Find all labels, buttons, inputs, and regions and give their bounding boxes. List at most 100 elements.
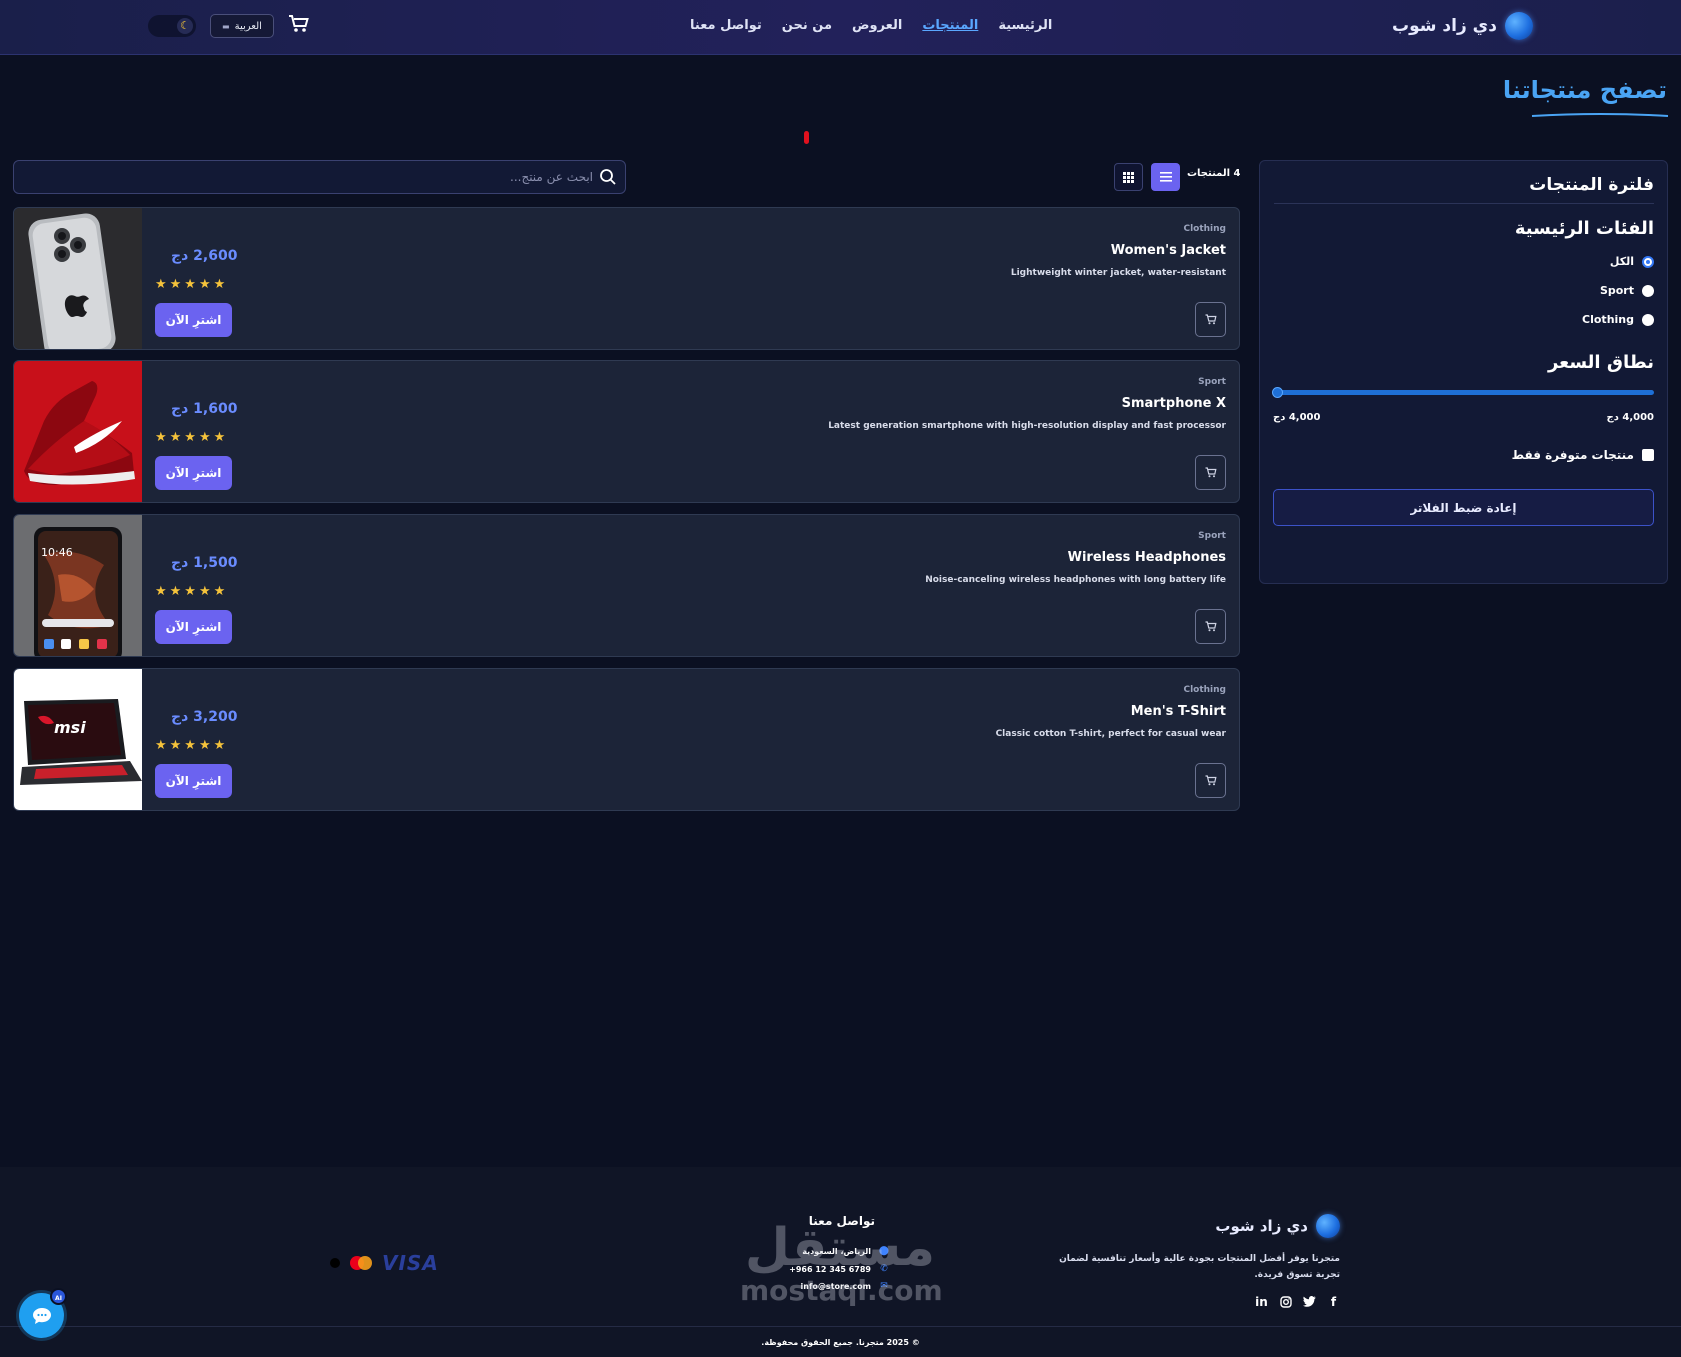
star-rating-icon: ★★★★★	[155, 738, 229, 753]
main-nav: الرئيسية المنتجات العروض من نحن تواصل مع…	[690, 18, 1052, 33]
category-label: Clothing	[1582, 313, 1634, 326]
star-rating-icon: ★★★★★	[155, 584, 229, 599]
search-input[interactable]	[33, 161, 593, 193]
filter-panel: فلترة المنتجات الفئات الرئيسية الكل Spor…	[1259, 160, 1668, 584]
payment-methods: VISA	[330, 1251, 439, 1275]
product-category: Sport	[1198, 377, 1226, 387]
grid-view-button[interactable]	[1114, 163, 1143, 191]
product-name[interactable]: Women's Jacket	[1111, 243, 1226, 258]
price-min-label: 4,000 دج	[1273, 412, 1321, 423]
linkedin-icon[interactable]: in	[1255, 1296, 1268, 1309]
price-max-label: 4,000 دج	[1606, 412, 1654, 423]
product-description: Lightweight winter jacket, water-resista…	[1010, 268, 1226, 278]
radio-button[interactable]	[1642, 313, 1654, 326]
chat-icon	[32, 1307, 51, 1324]
price-slider-handle[interactable]	[1272, 387, 1283, 398]
cart-icon[interactable]	[288, 14, 310, 38]
category-option-clothing[interactable]: Clothing	[1582, 313, 1654, 326]
watermark: مستقل mostaql.com	[740, 1218, 943, 1307]
language-label: العربية	[234, 20, 262, 32]
product-category: Clothing	[1183, 685, 1226, 695]
brand-name: دي زاد شوب	[1392, 16, 1497, 36]
in-stock-filter[interactable]: منتجات متوفرة فقط	[1512, 448, 1654, 462]
buy-now-button[interactable]: اشترِ الآن	[155, 610, 232, 644]
add-to-cart-button[interactable]	[1195, 763, 1226, 798]
product-category: Sport	[1198, 531, 1226, 541]
page-title: تصفح منتجاتنا	[1502, 76, 1667, 104]
add-to-cart-button[interactable]	[1195, 609, 1226, 644]
nav-products[interactable]: المنتجات	[922, 18, 978, 33]
product-image-phone-screen[interactable]: 10:46	[14, 515, 142, 656]
flag-icon: ▬	[222, 21, 230, 31]
product-name[interactable]: Wireless Headphones	[1068, 550, 1226, 565]
payment-icon	[330, 1258, 340, 1268]
product-card[interactable]: Clothing Women's Jacket Lightweight wint…	[13, 207, 1240, 350]
footer-brand-name: دي زاد شوب	[1215, 1217, 1308, 1235]
footer-description: متجرنا يوفر أفضل المنتجات بجودة عالية وأ…	[1059, 1254, 1340, 1280]
footer-brand[interactable]: دي زاد شوب	[1215, 1214, 1340, 1238]
product-description: Latest generation smartphone with high-r…	[828, 421, 1226, 431]
product-image-msi-laptop[interactable]: msi	[14, 669, 142, 810]
watermark-arabic: مستقل	[744, 1218, 936, 1278]
cart-icon	[1205, 314, 1217, 325]
price-range-slider[interactable]	[1274, 390, 1654, 395]
nav-tools: العربية ▬ ☾	[148, 14, 310, 38]
product-price: 3,200 دج	[171, 709, 238, 725]
product-name[interactable]: Smartphone X	[1122, 396, 1226, 411]
language-select[interactable]: العربية ▬	[210, 14, 274, 38]
product-card[interactable]: msi Clothing Men's T-Shirt Classic cotto…	[13, 668, 1240, 811]
list-icon	[1159, 172, 1172, 182]
buy-now-button[interactable]: اشترِ الآن	[155, 764, 232, 798]
category-option-sport[interactable]: Sport	[1600, 284, 1654, 297]
copyright-text: © 2025 متجرنا. جميع الحقوق محفوظة.	[761, 1338, 920, 1347]
search-icon[interactable]	[599, 168, 617, 186]
buy-now-button[interactable]: اشترِ الآن	[155, 456, 232, 490]
buy-now-button[interactable]: اشترِ الآن	[155, 303, 232, 337]
brand-logo[interactable]: دي زاد شوب	[1392, 12, 1533, 40]
nav-home[interactable]: الرئيسية	[998, 18, 1052, 33]
search-bar	[13, 160, 626, 194]
reset-filters-button[interactable]: إعادة ضبط الفلاتر	[1273, 489, 1654, 526]
product-name[interactable]: Men's T-Shirt	[1131, 704, 1226, 719]
globe-logo-icon	[1316, 1214, 1340, 1238]
radio-button[interactable]	[1642, 284, 1654, 297]
facebook-icon[interactable]: f	[1327, 1296, 1340, 1309]
product-card[interactable]: 10:46 Sport Wireless Headphones Noise-ca…	[13, 514, 1240, 657]
product-price: 2,600 دج	[171, 248, 238, 264]
footer: دي زاد شوب متجرنا يوفر أفضل المنتجات بجو…	[0, 1167, 1681, 1357]
product-description: Noise-canceling wireless headphones with…	[925, 575, 1226, 585]
twitter-icon[interactable]	[1303, 1296, 1316, 1309]
cart-icon	[1205, 621, 1217, 632]
category-label: الكل	[1609, 255, 1634, 268]
instagram-icon[interactable]	[1279, 1296, 1292, 1309]
price-range-title: نطاق السعر	[1547, 352, 1654, 373]
radio-button[interactable]	[1642, 255, 1654, 268]
nav-offers[interactable]: العروض	[852, 18, 902, 33]
cart-icon	[1205, 775, 1217, 786]
product-image-phone-back[interactable]	[14, 208, 142, 349]
title-underline	[1531, 113, 1669, 117]
in-stock-label: منتجات متوفرة فقط	[1511, 448, 1634, 462]
product-image-red-sneaker[interactable]	[14, 361, 142, 502]
list-view-button[interactable]	[1151, 163, 1180, 191]
product-price: 1,600 دج	[171, 401, 238, 417]
add-to-cart-button[interactable]	[1195, 455, 1226, 490]
social-links: f in	[1255, 1296, 1340, 1309]
in-stock-checkbox[interactable]	[1642, 449, 1654, 461]
star-rating-icon: ★★★★★	[155, 277, 229, 292]
moon-icon: ☾	[177, 18, 193, 34]
nav-contact[interactable]: تواصل معنا	[690, 18, 762, 33]
product-price: 1,500 دج	[171, 555, 238, 571]
nav-about[interactable]: من نحن	[782, 18, 832, 33]
categories-title: الفئات الرئيسية	[1514, 218, 1654, 239]
category-option-all[interactable]: الكل	[1610, 255, 1654, 268]
filter-title: فلترة المنتجات	[1529, 175, 1654, 195]
globe-logo-icon	[1505, 12, 1533, 40]
dark-mode-toggle[interactable]: ☾	[148, 15, 196, 37]
visa-icon: VISA	[382, 1251, 439, 1275]
divider	[0, 1326, 1681, 1327]
product-card[interactable]: Sport Smartphone X Latest generation sma…	[13, 360, 1240, 503]
star-rating-icon: ★★★★★	[155, 430, 229, 445]
mastercard-icon	[350, 1256, 372, 1270]
add-to-cart-button[interactable]	[1195, 302, 1226, 337]
